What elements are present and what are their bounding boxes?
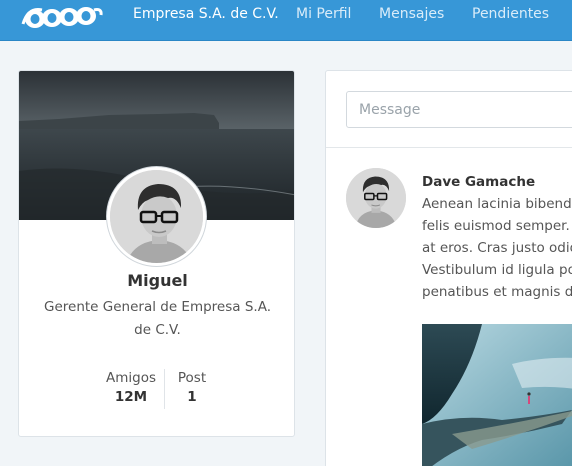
post-text-line: felis euismod semper. M: [422, 218, 572, 234]
stat-friends-label: Amigos: [106, 370, 156, 386]
message-input[interactable]: [346, 91, 572, 128]
nav-item-pendientes[interactable]: Pendientes: [472, 6, 549, 22]
profile-avatar[interactable]: [107, 167, 206, 266]
nav-item-empresa[interactable]: Empresa S.A. de C.V.: [133, 6, 279, 22]
user-photo-icon: [110, 170, 203, 263]
top-navbar: Empresa S.A. de C.V. Mi Perfil Mensajes …: [0, 0, 572, 41]
brand-logo-icon[interactable]: [20, 4, 103, 28]
profile-name: Miguel: [127, 271, 188, 290]
nav-item-mi-perfil[interactable]: Mi Perfil: [296, 6, 351, 22]
user-photo-icon: [346, 168, 406, 228]
stat-posts-value: 1: [187, 389, 197, 405]
profile-role: Gerente General de Empresa S.A. de C.V.: [44, 299, 271, 338]
post-author-name[interactable]: Dave Gamache: [422, 174, 535, 190]
stat-posts[interactable]: Post 1: [162, 370, 222, 405]
post-author-avatar[interactable]: [346, 168, 406, 228]
post-text-line: at eros. Cras justo odio,: [422, 240, 572, 256]
post-text-line: Aenean lacinia bibendum: [422, 196, 572, 212]
post-photo-image[interactable]: [422, 324, 572, 466]
nav-item-mensajes[interactable]: Mensajes: [379, 6, 444, 22]
stat-posts-label: Post: [177, 370, 207, 386]
stat-friends[interactable]: Amigos 12M: [101, 370, 161, 405]
feed-panel: Dave Gamache Aenean lacinia bibendum fel…: [325, 70, 572, 466]
post-text-line: Vestibulum id ligula port: [422, 262, 572, 278]
composer: [326, 71, 572, 148]
stat-friends-value: 12M: [114, 389, 148, 405]
profile-card: Miguel Gerente General de Empresa S.A. d…: [18, 70, 295, 437]
post-text-line: penatibus et magnis dis: [422, 284, 572, 300]
